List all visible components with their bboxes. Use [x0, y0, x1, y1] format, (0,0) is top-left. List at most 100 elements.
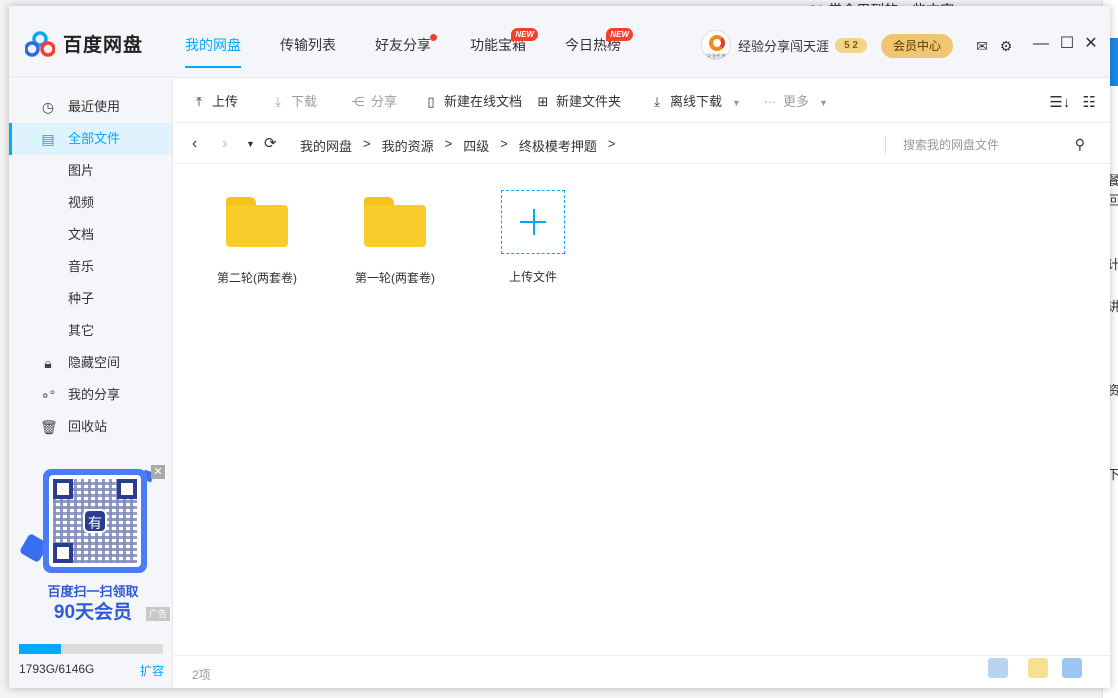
- tray-app-icon[interactable]: [1028, 658, 1048, 678]
- ad-label: 广告: [146, 607, 170, 621]
- tray-app-icon[interactable]: [1062, 658, 1082, 678]
- folder-icon: [364, 197, 426, 247]
- breadcrumb-separator-icon: >: [500, 136, 508, 151]
- minimize-icon[interactable]: —: [1033, 36, 1049, 52]
- settings-icon[interactable]: ⚙: [999, 39, 1013, 53]
- breadcrumb: 我的网盘 > 我的资源 > 四级 > 终极模考押题 >: [300, 136, 626, 155]
- folder-item[interactable]: 第一轮(两套卷): [340, 187, 450, 286]
- folder-item[interactable]: 第二轮(两套卷): [202, 187, 312, 286]
- more-icon: ···: [763, 94, 777, 109]
- new-online-doc-button[interactable]: ▯ 新建在线文档: [424, 93, 522, 111]
- button-label: 上传: [212, 94, 239, 109]
- item-count: 2项: [192, 668, 211, 682]
- notification-dot: [430, 34, 437, 41]
- storage-quota-fill: [19, 644, 62, 654]
- download-button[interactable]: ⤓ 下载: [271, 93, 317, 111]
- breadcrumb-item[interactable]: 终极模考押题: [519, 136, 597, 155]
- trash-icon: 🗑︎: [40, 419, 58, 435]
- sidebar-category-other[interactable]: 其它: [9, 315, 172, 347]
- tab-label: 我的网盘: [185, 37, 241, 53]
- chevron-down-icon[interactable]: ▼: [732, 98, 741, 108]
- list-view-icon[interactable]: ☷: [1083, 94, 1096, 111]
- upload-file-tile[interactable]: 上传文件: [478, 190, 588, 285]
- sidebar-item-recent[interactable]: ◷ 最近使用: [9, 91, 172, 123]
- breadcrumb-item[interactable]: 我的网盘: [300, 136, 352, 155]
- button-label: 更多: [783, 94, 810, 109]
- new-folder-icon: ⊞: [537, 94, 549, 109]
- new-folder-button[interactable]: ⊞ 新建文件夹: [536, 93, 621, 111]
- tab-feature-box[interactable]: 功能宝箱 NEW: [470, 6, 538, 78]
- chevron-down-icon: ▼: [819, 98, 828, 108]
- folder-name: 第二轮(两套卷): [217, 271, 297, 285]
- avatar-caption: 快活乐家: [706, 54, 727, 60]
- promo-close-icon[interactable]: ✕: [151, 465, 165, 479]
- maximize-icon[interactable]: ☐: [1059, 36, 1075, 52]
- sidebar-item-label: 隐藏空间: [68, 355, 121, 370]
- sidebar-item-label: 我的分享: [68, 387, 121, 402]
- tray-app-icon[interactable]: [988, 658, 1008, 678]
- search-icon[interactable]: ⚲: [1075, 136, 1085, 153]
- file-grid: 第二轮(两套卷) 第一轮(两套卷) 上传文件: [174, 165, 1110, 655]
- background-blue-block: [1109, 38, 1118, 86]
- refresh-icon[interactable]: ⟳: [264, 135, 277, 153]
- mail-icon[interactable]: ✉: [975, 39, 989, 53]
- vip-center-button[interactable]: 会员中心: [881, 34, 953, 58]
- download-icon: ⤓: [275, 94, 281, 109]
- upload-icon: ⤒: [196, 94, 202, 109]
- status-bar: 2项: [174, 655, 1110, 688]
- upload-file-label: 上传文件: [508, 270, 557, 284]
- sidebar-category-videos[interactable]: 视频: [9, 187, 172, 219]
- breadcrumb-item[interactable]: 四级: [463, 136, 489, 155]
- tab-today-hot[interactable]: 今日热榜 NEW: [565, 6, 633, 78]
- button-label: 新建在线文档: [444, 94, 523, 109]
- share-icon: ∘°: [40, 387, 56, 403]
- close-icon[interactable]: ✕: [1083, 36, 1099, 52]
- baidu-netdisk-window: 百度网盘 我的网盘 传输列表 好友分享 功能宝箱 NEW 今日热榜 NEW 快活乐家…: [9, 6, 1110, 688]
- sort-icon[interactable]: ☰↓: [1049, 94, 1070, 111]
- upload-button[interactable]: ⤒ 上传: [192, 93, 238, 111]
- sidebar-item-all-files[interactable]: ▤ 全部文件: [9, 123, 172, 155]
- tab-transfer-list[interactable]: 传输列表: [280, 6, 336, 78]
- breadcrumb-separator-icon: >: [444, 136, 453, 151]
- qr-code: 有: [43, 469, 147, 573]
- button-label: 下载: [291, 94, 318, 109]
- storage-quota-bar: [19, 644, 163, 654]
- folder-name: 第一轮(两套卷): [355, 271, 435, 285]
- level-badge: 5 2: [835, 37, 868, 53]
- breadcrumb-item[interactable]: 我的资源: [382, 136, 434, 155]
- back-icon[interactable]: ‹: [192, 135, 197, 153]
- sidebar-category-music[interactable]: 音乐: [9, 251, 172, 283]
- expand-storage-link[interactable]: 扩容: [140, 662, 164, 679]
- tab-friend-share[interactable]: 好友分享: [375, 6, 437, 78]
- username[interactable]: 经验分享闯天涯: [738, 36, 829, 55]
- sidebar-item-my-share[interactable]: ∘° 我的分享: [9, 379, 172, 411]
- button-label: 分享: [371, 94, 398, 109]
- new-badge: NEW: [511, 28, 538, 41]
- breadcrumb-separator-icon: >: [607, 136, 616, 151]
- storage-quota-text: 1793G/6146G: [19, 662, 95, 676]
- new-badge: NEW: [606, 28, 633, 41]
- clock-icon: ◷: [41, 99, 55, 115]
- main-panel: ⤒ 上传 ⤓ 下载 ⋲ 分享 ▯ 新建在线文档 ⊞ 新建文件夹 ⤓ 离线下载 ▼ ··· 更多 ▼…: [174, 79, 1110, 688]
- button-label: 离线下载: [670, 94, 723, 109]
- sidebar-item-label: 回收站: [68, 419, 108, 434]
- sidebar-item-hidden-space[interactable]: 🔒︎ 隐藏空间: [9, 347, 172, 379]
- plus-icon: [501, 190, 565, 254]
- share-button[interactable]: ⋲ 分享: [351, 93, 398, 111]
- offline-download-button[interactable]: ⤓ 离线下载 ▼: [650, 93, 741, 111]
- search-input[interactable]: [903, 136, 1063, 154]
- sidebar-category-torrents[interactable]: 种子: [9, 283, 172, 315]
- more-button[interactable]: ··· 更多 ▼: [763, 93, 828, 111]
- promo-banner[interactable]: 有 ✕ 百度扫一扫领取 90天会员 广告: [18, 465, 170, 625]
- history-dropdown-icon[interactable]: ▼: [246, 135, 255, 153]
- view-options: ☰↓ ☷: [1049, 93, 1096, 111]
- sidebar-category-images[interactable]: 图片: [9, 155, 172, 187]
- sidebar-category-docs[interactable]: 文档: [9, 219, 172, 251]
- avatar[interactable]: 快活乐家: [701, 30, 731, 60]
- download-icon: ⤓: [654, 94, 660, 109]
- forward-icon[interactable]: ›: [222, 135, 227, 153]
- user-area: 快活乐家 经验分享闯天涯 5 2: [701, 30, 868, 60]
- sidebar-item-recycle-bin[interactable]: 🗑︎ 回收站: [9, 411, 172, 443]
- app-logo[interactable]: 百度网盘: [25, 30, 143, 57]
- tab-my-netdisk[interactable]: 我的网盘: [185, 6, 241, 78]
